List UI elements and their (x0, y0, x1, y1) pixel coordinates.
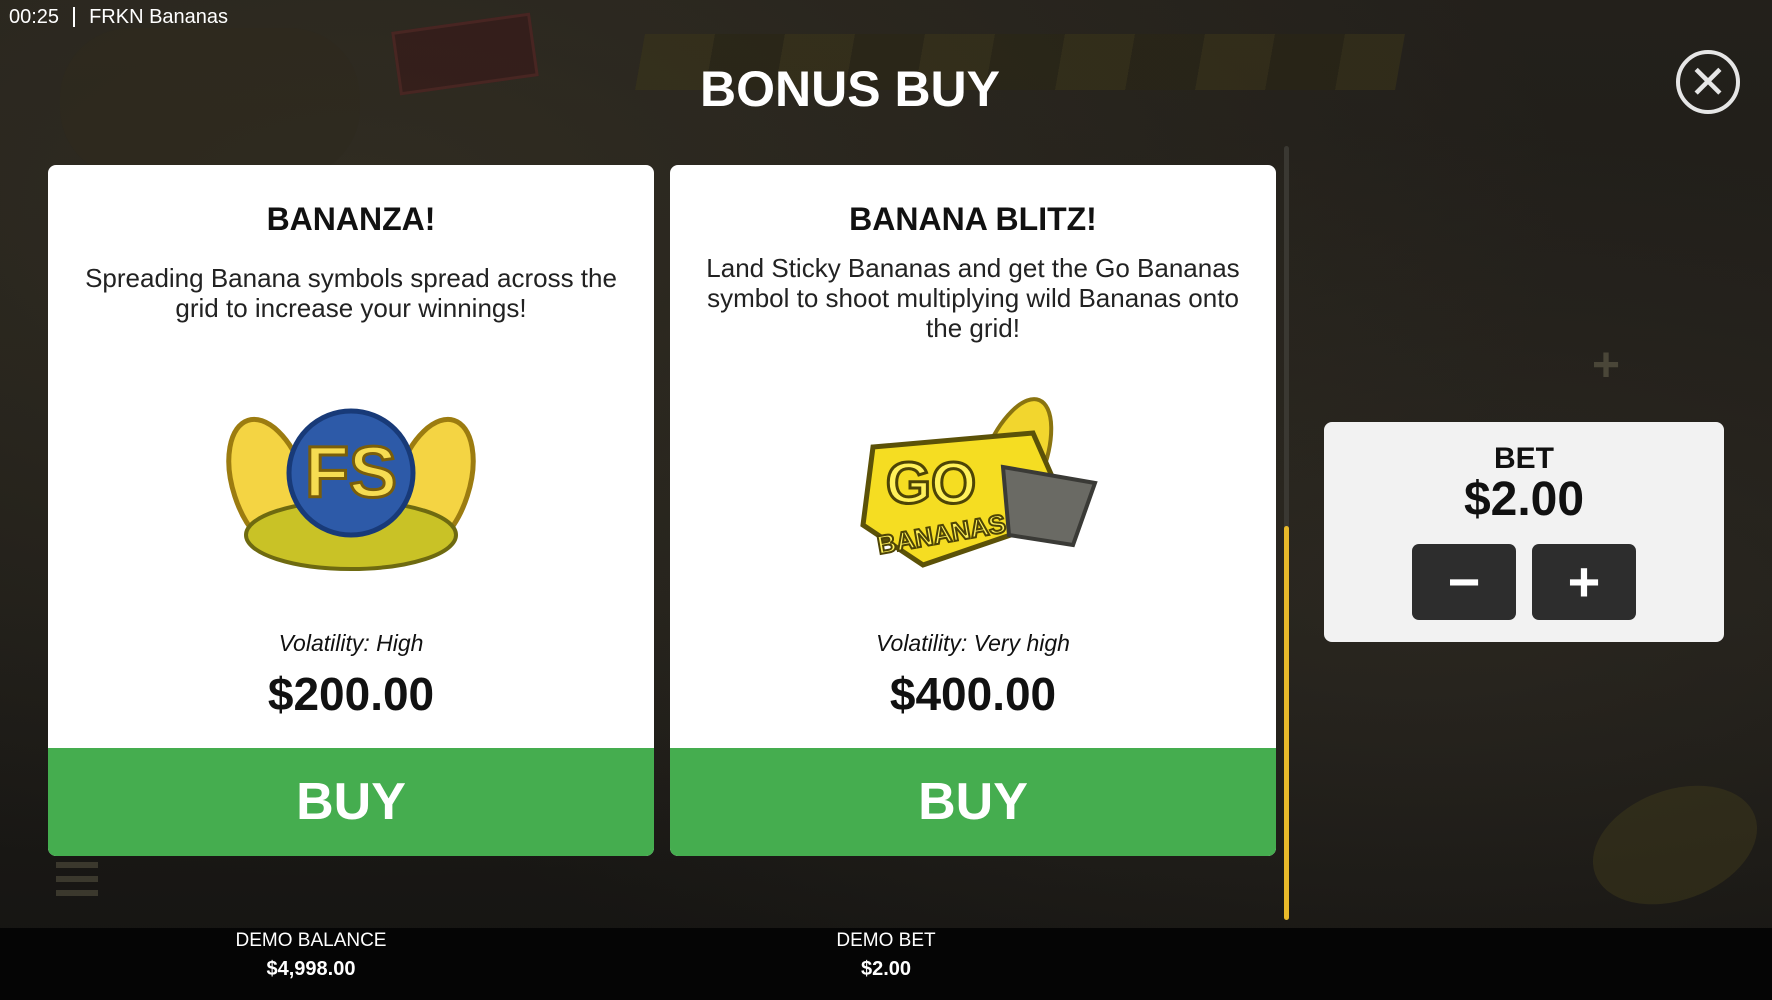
bet-label: BET (1494, 442, 1554, 475)
status-bar: 00:25 FRKN Bananas (0, 0, 600, 34)
bet-value: $2.00 (1463, 473, 1585, 526)
go-bananas-badge-icon: GO BANANAS (860, 397, 1098, 568)
bonus-card-bananza: BANANZA! Spreading Banana symbols spread… (48, 165, 654, 856)
demo-bet: DEMO BET $2.00 (756, 928, 1016, 981)
status-separator (73, 7, 76, 27)
bonus-card-banana-blitz: BANANA BLITZ! Land Sticky Bananas and ge… (670, 165, 1276, 856)
buy-button-banana-blitz[interactable]: BUY (670, 748, 1276, 856)
bet-panel: BET $2.00 − + (1324, 422, 1724, 642)
demo-balance: DEMO BALANCE $4,998.00 (181, 928, 441, 981)
decrease-bet-button[interactable]: − (1412, 544, 1516, 620)
bonus-card-name: BANANZA! (266, 201, 436, 237)
close-icon: ✕ (1688, 56, 1728, 108)
bonus-card-description: Spreading Banana symbols spread across t… (85, 263, 617, 323)
status-time: 00:25 (9, 5, 60, 28)
demo-balance-label: DEMO BALANCE (235, 930, 387, 951)
go-badge-text: GO (886, 451, 976, 516)
fs-badge-text: FS (305, 433, 397, 513)
bonus-card-volatility: Volatility: High (278, 630, 424, 656)
bonus-card-description: Land Sticky Bananas and get the Go Banan… (706, 253, 1240, 343)
footer-bar: DEMO BALANCE $4,998.00 DEMO BET $2.00 (0, 928, 1772, 1000)
app-title: FRKN Bananas (89, 5, 229, 28)
modal-title: BONUS BUY (699, 61, 1001, 117)
bonus-card-price: $400.00 (889, 668, 1057, 720)
bonus-card-price: $200.00 (267, 668, 435, 720)
demo-bet-value: $2.00 (860, 958, 912, 980)
plus-icon: + (1567, 550, 1601, 613)
fs-banana-badge-icon: FS (226, 408, 476, 571)
increase-bet-button[interactable]: + (1532, 544, 1636, 620)
background-plus-icon: + (1592, 339, 1621, 392)
bonus-card-name: BANANA BLITZ! (849, 201, 1097, 237)
buy-button-bananza[interactable]: BUY (48, 748, 654, 856)
scrollbar-thumb[interactable] (1284, 526, 1289, 920)
close-button[interactable]: ✕ (1676, 50, 1740, 114)
minus-icon: − (1447, 550, 1481, 613)
demo-bet-label: DEMO BET (836, 930, 936, 951)
demo-balance-value: $4,998.00 (266, 958, 356, 980)
background-menu-icon (56, 862, 98, 898)
bonus-card-volatility: Volatility: Very high (876, 630, 1070, 656)
